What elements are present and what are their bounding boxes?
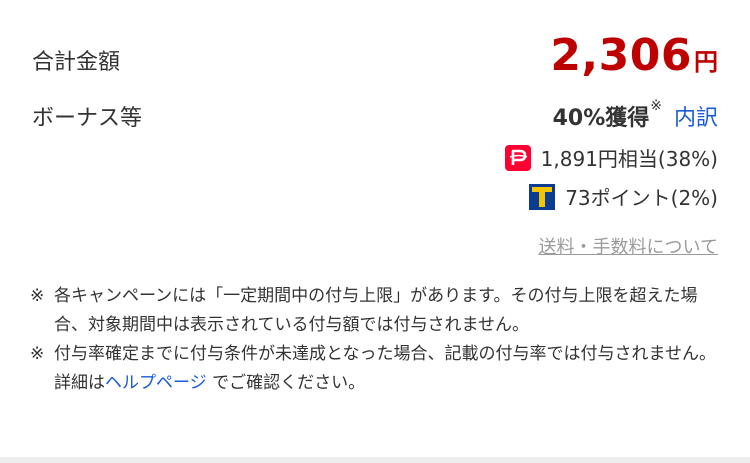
paypay-bonus-text: 1,891円相当(38%) [540, 147, 718, 171]
breakdown-link[interactable]: 内訳 [674, 100, 718, 132]
paypay-icon [504, 144, 531, 171]
shipping-fee-link[interactable]: 送料・手数料について [539, 233, 718, 259]
bonus-rate-note-mark: ※ [650, 98, 662, 114]
note-item: ※ 付与率確定までに付与条件が未達成となった場合、記載の付与率では付与されません… [30, 340, 722, 398]
total-amount: 2,306 円 [550, 30, 718, 81]
note-item: ※ 各キャンペーンには「一定期間中の付与上限」があります。その付与上限を超えた場… [30, 282, 722, 340]
bonus-label: ボーナス等 [32, 106, 143, 131]
bottom-divider [0, 457, 750, 463]
paypay-bonus-row: 1,891円相当(38%) [504, 143, 718, 172]
note-text: 各キャンペーンには「一定期間中の付与上限」があります。その付与上限を超えた場合、… [54, 286, 698, 335]
bonus-rate: 40%獲得 [552, 106, 650, 131]
tpoint-icon [529, 183, 556, 210]
campaign-notes: ※ 各キャンペーンには「一定期間中の付与上限」があります。その付与上限を超えた場… [30, 282, 722, 398]
note-mark: ※ [30, 286, 45, 306]
note-mark: ※ [30, 344, 45, 364]
total-amount-value: 2,306 [550, 30, 692, 81]
tpoint-bonus-row: 73ポイント(2%) [529, 182, 718, 211]
note-text-end: でご確認ください。 [206, 373, 366, 393]
total-label: 合計金額 [32, 50, 121, 75]
total-amount-unit: 円 [694, 48, 718, 76]
tpoint-bonus-text: 73ポイント(2%) [565, 186, 718, 210]
bonus-summary: 40%獲得 ※ 内訳 [552, 98, 718, 132]
help-page-link[interactable]: ヘルプページ [105, 373, 207, 393]
